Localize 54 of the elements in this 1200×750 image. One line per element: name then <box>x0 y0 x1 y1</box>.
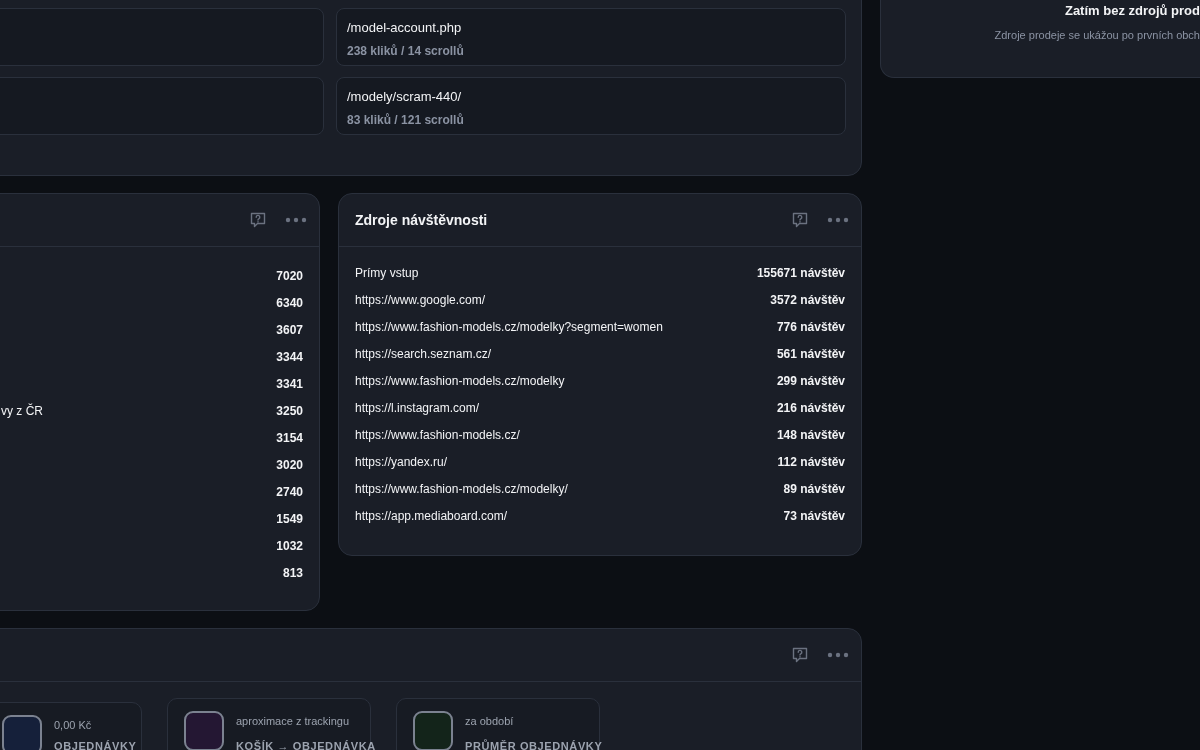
help-icon[interactable] <box>791 211 809 229</box>
more-icon[interactable] <box>827 217 849 223</box>
page-stats: 238 kliků / 14 scrollů <box>347 42 465 60</box>
kpi-caption: 0,00 Kč <box>54 718 93 733</box>
source-url: https://search.seznam.cz/ <box>355 345 492 363</box>
visit-count: 73 návštěv <box>783 507 845 525</box>
row-value: 3607 <box>276 321 303 339</box>
row-value: 6340 <box>276 294 303 312</box>
empty-message: Zdroje prodeje se ukážou po prvních obch <box>994 27 1200 43</box>
source-url: https://yandex.ru/ <box>355 453 448 471</box>
page-stats: 83 kliků / 121 scrollů <box>347 111 465 129</box>
kpi-caption: aproximace z trackingu <box>236 714 351 729</box>
source-url: Prímy vstup <box>355 264 419 282</box>
kpi-label: KOŠÍK → OBJEDNÁVKA <box>236 738 376 750</box>
row-value: 3344 <box>276 348 303 366</box>
row-value: 7020 <box>276 267 303 285</box>
more-icon[interactable] <box>827 652 849 658</box>
row-value: 813 <box>282 564 303 582</box>
source-url: https://www.fashion-models.cz/modelky/ <box>355 480 568 498</box>
source-url: https://l.instagram.com/ <box>355 399 480 417</box>
kpi-caption: za období <box>465 714 515 729</box>
source-url: https://www.fashion-models.cz/ <box>355 426 520 444</box>
row-label: vy z ČR <box>1 402 43 420</box>
row-value: 1549 <box>276 510 303 528</box>
kpi-label: PRŮMĚR OBJEDNÁVKY <box>465 738 603 750</box>
help-icon[interactable] <box>249 211 267 229</box>
visit-count: 112 návštěv <box>777 453 845 471</box>
row-value: 3250 <box>276 402 303 420</box>
visit-count: 148 návštěv <box>776 426 845 444</box>
visit-count: 155671 návštěv <box>756 264 845 282</box>
source-url: https://www.fashion-models.cz/modelky <box>355 372 565 390</box>
page-card[interactable]: /model-account.php 238 kliků / 14 scrollů <box>336 8 846 66</box>
row-value: 2740 <box>276 483 303 501</box>
visit-count: 561 návštěv <box>776 345 845 363</box>
page-path: /model-account.php <box>347 19 463 37</box>
visit-count: 776 návštěv <box>776 318 845 336</box>
page-card[interactable]: /modely/scram-440/ 83 kliků / 121 scrollů <box>336 77 846 135</box>
kpi-label: OBJEDNÁVKY <box>54 738 137 750</box>
empty-title: Zatím bez zdrojů prod <box>1064 2 1200 20</box>
visit-count: 89 návštěv <box>783 480 845 498</box>
source-url: https://app.mediaboard.com/ <box>355 507 508 525</box>
more-icon[interactable] <box>285 217 307 223</box>
visit-count: 3572 návštěv <box>770 291 845 309</box>
source-url: https://www.google.com/ <box>355 291 486 309</box>
row-value: 1032 <box>276 537 303 555</box>
visit-count: 216 návštěv <box>776 399 845 417</box>
page-path: /modely/scram-440/ <box>347 88 463 106</box>
row-value: 3341 <box>276 375 303 393</box>
panel-title: Zdroje návštěvnosti <box>355 210 488 230</box>
source-url: https://www.fashion-models.cz/modelky?segment=women <box>355 318 663 336</box>
help-icon[interactable] <box>791 646 809 664</box>
row-value: 3154 <box>276 429 303 447</box>
visit-count: 299 návštěv <box>776 372 845 390</box>
row-value: 3020 <box>276 456 303 474</box>
